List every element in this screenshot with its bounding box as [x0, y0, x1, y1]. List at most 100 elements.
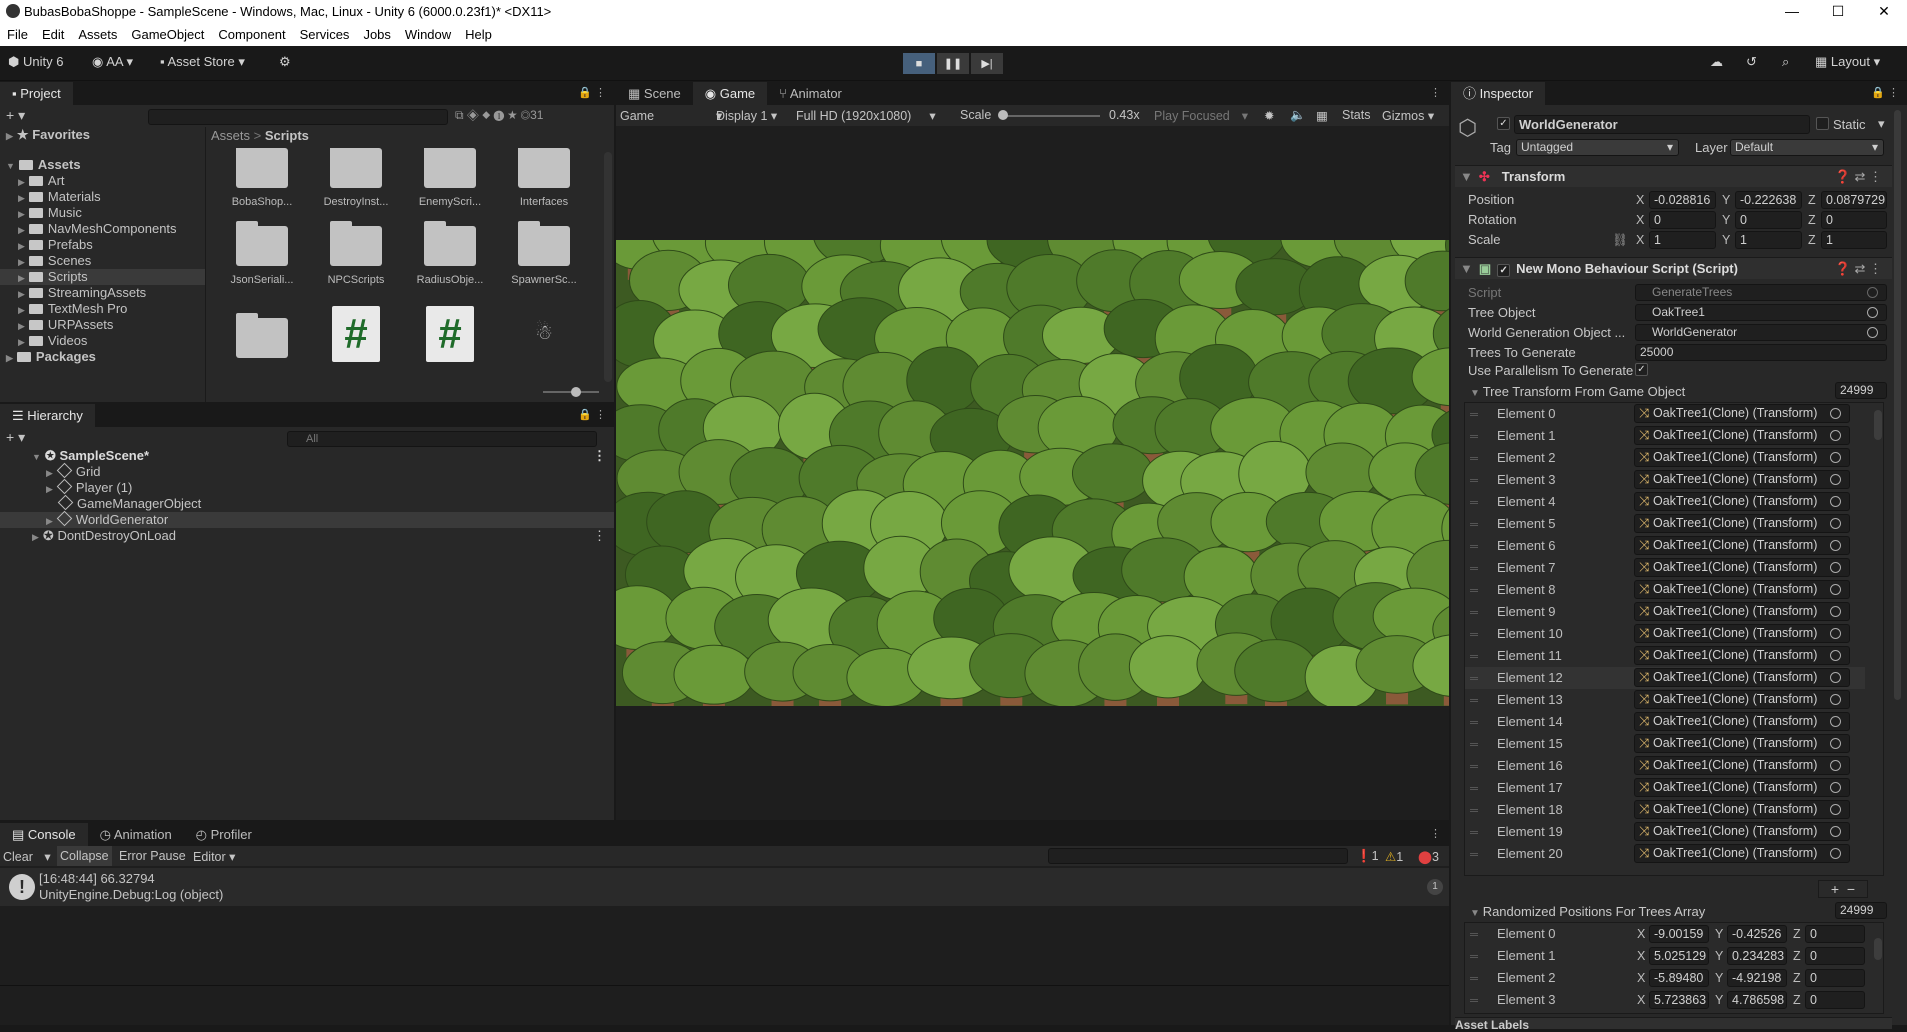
- scene-menu-icon[interactable]: ⋮: [593, 528, 606, 544]
- add-element-button[interactable]: +: [1831, 881, 1839, 897]
- position-y-field[interactable]: -0.222638: [1735, 191, 1802, 209]
- object-picker-icon[interactable]: [1830, 606, 1841, 617]
- folder-tile[interactable]: Interfaces: [504, 148, 584, 208]
- editor-dropdown[interactable]: Editor ▾: [193, 849, 235, 864]
- aspect-icon[interactable]: ▦: [1316, 108, 1328, 123]
- search-icon[interactable]: ⌕: [1782, 54, 1789, 70]
- list-element-row[interactable]: Element 1 ⤨ OakTree1(Clone) (Transform): [1465, 425, 1865, 447]
- parallelism-checkbox[interactable]: ✓: [1635, 363, 1648, 376]
- element-transform-field[interactable]: ⤨ OakTree1(Clone) (Transform): [1634, 602, 1850, 621]
- position-x-field[interactable]: 5.723863: [1649, 991, 1709, 1009]
- history-icon[interactable]: ↺: [1746, 54, 1757, 70]
- element-transform-field[interactable]: ⤨ OakTree1(Clone) (Transform): [1634, 712, 1850, 731]
- dontdestroy-item[interactable]: ▶ ✪ DontDestroyOnLoad ⋮: [0, 528, 614, 544]
- tab-animator[interactable]: ⑂ Animator: [767, 82, 854, 105]
- hierarchy-item-grid[interactable]: ▶ Grid: [0, 462, 614, 480]
- element-transform-field[interactable]: ⤨ OakTree1(Clone) (Transform): [1634, 514, 1850, 533]
- folder-scenes[interactable]: ▶ Scenes: [18, 253, 91, 268]
- object-picker-icon[interactable]: [1830, 452, 1841, 463]
- positions-list-label[interactable]: ▼ Randomized Positions For Trees Array: [1470, 904, 1705, 919]
- settings-icon[interactable]: ⚙: [279, 54, 291, 70]
- element-transform-field[interactable]: ⤨ OakTree1(Clone) (Transform): [1634, 492, 1850, 511]
- object-picker-icon[interactable]: [1830, 650, 1841, 661]
- panel-menu-icon[interactable]: 🔒 ⋮: [578, 86, 606, 99]
- list-element-row[interactable]: Element 6 ⤨ OakTree1(Clone) (Transform): [1465, 535, 1865, 557]
- drag-handle-icon[interactable]: [1470, 765, 1478, 768]
- object-picker-icon[interactable]: [1830, 562, 1841, 573]
- list-element-row[interactable]: Element 9 ⤨ OakTree1(Clone) (Transform): [1465, 601, 1865, 623]
- list-element-row[interactable]: Element 0 ⤨ OakTree1(Clone) (Transform): [1465, 403, 1865, 425]
- asset-labels-header[interactable]: Asset Labels: [1455, 1017, 1892, 1032]
- collapse-button[interactable]: Collapse: [57, 846, 112, 866]
- object-picker-icon[interactable]: [1830, 518, 1841, 529]
- drag-handle-icon[interactable]: [1470, 955, 1478, 958]
- element-transform-field[interactable]: ⤨ OakTree1(Clone) (Transform): [1634, 734, 1850, 753]
- list-element-row[interactable]: Element 10 ⤨ OakTree1(Clone) (Transform): [1465, 623, 1865, 645]
- object-picker-icon[interactable]: [1830, 628, 1841, 639]
- sprite-tile[interactable]: ☃: [504, 320, 584, 345]
- folder-textmesh[interactable]: ▶ TextMesh Pro: [18, 301, 127, 316]
- element-transform-field[interactable]: ⤨ OakTree1(Clone) (Transform): [1634, 426, 1850, 445]
- drag-handle-icon[interactable]: [1470, 435, 1478, 438]
- world-gen-field[interactable]: WorldGenerator: [1635, 324, 1887, 341]
- panel-menu-icon[interactable]: 🔒 ⋮: [578, 408, 606, 421]
- play-button[interactable]: ■: [903, 53, 935, 74]
- object-picker-icon[interactable]: [1830, 804, 1841, 815]
- drag-handle-icon[interactable]: [1470, 977, 1478, 980]
- bug-icon[interactable]: ✹: [1264, 108, 1274, 123]
- scale-x-field[interactable]: 1: [1649, 231, 1716, 249]
- menu-jobs[interactable]: Jobs: [356, 27, 397, 42]
- scale-y-field[interactable]: 1: [1735, 231, 1802, 249]
- drag-handle-icon[interactable]: [1470, 479, 1478, 482]
- element-transform-field[interactable]: ⤨ OakTree1(Clone) (Transform): [1634, 558, 1850, 577]
- error-filter-toggle[interactable]: ⬤3: [1418, 849, 1439, 864]
- position-x-field[interactable]: -0.028816: [1649, 191, 1716, 209]
- drag-handle-icon[interactable]: [1470, 413, 1478, 416]
- tree-transform-list-label[interactable]: ▼ Tree Transform From Game Object: [1470, 384, 1685, 399]
- component-menu-icon[interactable]: ❓ ⇄ ⋮: [1835, 166, 1882, 188]
- assets-root-item[interactable]: ▼ Assets: [6, 157, 81, 172]
- tab-scene[interactable]: ▦ Scene: [616, 82, 693, 105]
- drag-handle-icon[interactable]: [1470, 457, 1478, 460]
- folder-urp[interactable]: ▶ URPAssets: [18, 317, 113, 332]
- position-y-field[interactable]: -0.42526: [1727, 925, 1787, 943]
- folder-tile[interactable]: JsonSeriali...: [222, 221, 302, 286]
- create-button[interactable]: + ▾: [6, 429, 25, 446]
- list-element-row[interactable]: Element 20 ⤨ OakTree1(Clone) (Transform): [1465, 843, 1865, 865]
- position-y-field[interactable]: -4.92198: [1727, 969, 1787, 987]
- component-menu-icon[interactable]: ❓ ⇄ ⋮: [1835, 258, 1882, 280]
- hierarchy-search-input[interactable]: All: [287, 431, 597, 447]
- close-button[interactable]: ✕: [1861, 0, 1907, 23]
- element-transform-field[interactable]: ⤨ OakTree1(Clone) (Transform): [1634, 800, 1850, 819]
- script-enabled-checkbox[interactable]: ✓: [1497, 264, 1511, 277]
- folder-music[interactable]: ▶ Music: [18, 205, 82, 220]
- element-transform-field[interactable]: ⤨ OakTree1(Clone) (Transform): [1634, 756, 1850, 775]
- folder-art[interactable]: ▶ Art: [18, 173, 65, 188]
- hierarchy-item-gamemanager[interactable]: GameManagerObject: [0, 494, 614, 512]
- list-element-row[interactable]: Element 18 ⤨ OakTree1(Clone) (Transform): [1465, 799, 1865, 821]
- element-transform-field[interactable]: ⤨ OakTree1(Clone) (Transform): [1634, 844, 1850, 863]
- element-transform-field[interactable]: ⤨ OakTree1(Clone) (Transform): [1634, 536, 1850, 555]
- tab-project[interactable]: ▪ Project: [0, 82, 73, 105]
- tab-console[interactable]: ▤ Console: [0, 823, 88, 846]
- menu-gameobject[interactable]: GameObject: [124, 27, 211, 42]
- panel-menu-icon[interactable]: ⋮: [1430, 827, 1441, 840]
- gizmos-dropdown[interactable]: Gizmos ▾: [1382, 108, 1434, 123]
- position-y-field[interactable]: 0.234283: [1727, 947, 1787, 965]
- warning-filter-toggle[interactable]: ⚠1: [1385, 849, 1403, 864]
- rotation-z-field[interactable]: 0: [1821, 211, 1887, 229]
- list-element-row[interactable]: Element 16 ⤨ OakTree1(Clone) (Transform): [1465, 755, 1865, 777]
- tab-hierarchy[interactable]: ☰ Hierarchy: [0, 404, 95, 427]
- breadcrumb-scripts[interactable]: Scripts: [265, 128, 309, 143]
- script-tile[interactable]: #: [316, 306, 396, 362]
- audio-icon[interactable]: 🔈: [1290, 108, 1306, 123]
- menu-edit[interactable]: Edit: [35, 27, 71, 42]
- error-pause-button[interactable]: Error Pause: [119, 849, 186, 863]
- icon-size-slider-handle[interactable]: [571, 387, 581, 397]
- position-x-field[interactable]: 5.025129: [1649, 947, 1709, 965]
- drag-handle-icon[interactable]: [1470, 523, 1478, 526]
- panel-menu-icon[interactable]: 🔒 ⋮: [1871, 86, 1899, 99]
- rotation-x-field[interactable]: 0: [1649, 211, 1716, 229]
- positions-scrollbar[interactable]: [1874, 938, 1882, 960]
- drag-handle-icon[interactable]: [1470, 611, 1478, 614]
